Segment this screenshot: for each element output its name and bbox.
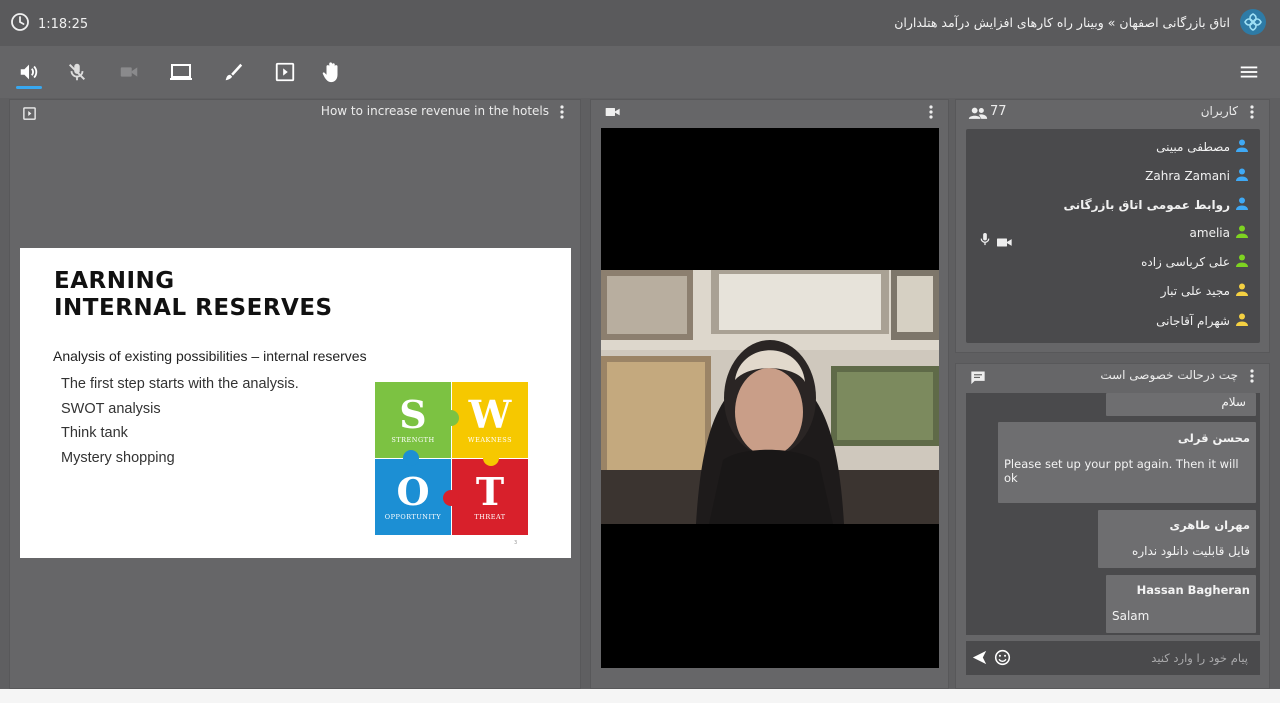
video-stream[interactable] (601, 128, 939, 668)
user-item[interactable]: شهرام آقاجانی (1156, 313, 1248, 329)
presentation-header: How to increase revenue in the hotels (10, 100, 580, 124)
users-panel: 77 کاربران مصطفی مبینی Zahra Zamani رواب… (955, 99, 1270, 353)
timer-value: 1:18:25 (38, 16, 89, 32)
presentation-slide: EARNING INTERNAL RESERVES Analysis of ex… (20, 248, 571, 558)
brush-icon[interactable] (221, 60, 245, 84)
user-icon (1236, 283, 1248, 299)
user-item[interactable]: مجید علی تبار (1161, 283, 1248, 299)
swot-threat: T THREAT (452, 459, 528, 535)
slide-heading-line2: INTERNAL RESERVES (54, 295, 333, 321)
slide-bullet: Think tank (61, 425, 128, 441)
clock-icon (10, 12, 30, 36)
presentation-options-icon[interactable] (554, 104, 570, 120)
camera-disabled-icon[interactable] (117, 60, 141, 84)
user-icon (1236, 313, 1248, 329)
screen-share-icon[interactable] (169, 60, 193, 84)
chat-panel: چت درحالت خصوصی است سلام محسن قرلی Pleas… (955, 363, 1270, 689)
slide-heading: EARNING INTERNAL RESERVES (54, 268, 333, 322)
user-icon (1236, 168, 1248, 184)
slide-bullet-list: The first step starts with the analysis.… (61, 372, 299, 470)
chat-message: Hassan Bagheran Salam (1106, 575, 1256, 633)
chat-options-icon[interactable] (1244, 368, 1260, 384)
presentation-icon[interactable] (273, 60, 297, 84)
webcam-feed (601, 270, 939, 524)
presentation-panel: How to increase revenue in the hotels EA… (9, 99, 581, 689)
user-item[interactable]: روابط عمومی اتاق بازرگانی (1063, 197, 1248, 213)
swot-opportunity: O OPPORTUNITY (375, 459, 451, 535)
users-header: 77 کاربران (956, 100, 1269, 124)
users-options-icon[interactable] (1244, 104, 1260, 120)
slide-bullet: The first step starts with the analysis. (61, 376, 299, 392)
user-icon (1236, 197, 1248, 213)
top-bar: 1:18:25 اتاق بازرگانی اصفهان » وبینار را… (0, 0, 1280, 46)
chat-input-placeholder: پیام خود را وارد کنید (1151, 651, 1248, 665)
user-item[interactable]: علی کرباسی زاده (1141, 254, 1248, 270)
menu-icon[interactable] (1237, 60, 1261, 84)
chat-input[interactable]: پیام خود را وارد کنید (966, 641, 1260, 675)
video-panel (590, 99, 949, 689)
speaker-active-indicator (16, 86, 42, 89)
emoji-icon[interactable] (994, 649, 1011, 670)
users-list: مصطفی مبینی Zahra Zamani روابط عمومی اتا… (966, 129, 1260, 343)
camera-icon (605, 106, 621, 121)
users-count: 77 (990, 104, 1007, 119)
video-options-icon[interactable] (923, 104, 939, 120)
user-item[interactable]: مصطفی مبینی (1156, 139, 1248, 155)
bottom-edge (0, 689, 1280, 703)
chat-header: چت درحالت خصوصی است (956, 364, 1269, 388)
chat-message: محسن قرلی Please set up your ppt again. … (998, 422, 1256, 503)
user-icon (1236, 225, 1248, 241)
chat-messages: سلام محسن قرلی Please set up your ppt ag… (966, 393, 1260, 635)
slide-bullet: SWOT analysis (61, 400, 161, 417)
swot-image: S STRENGTH W WEAKNESS O OPPORTUNITY T TH… (375, 382, 528, 536)
room-title: اتاق بازرگانی اصفهان » وبینار راه کارهای… (894, 9, 1266, 35)
users-title: کاربران (1200, 104, 1238, 118)
user-item[interactable]: Zahra Zamani (1145, 168, 1248, 184)
mic-muted-icon[interactable] (65, 60, 89, 84)
slide-heading-line1: EARNING (54, 268, 175, 294)
slide-page-number: 3 (514, 540, 518, 546)
chat-message: سلام (1106, 393, 1256, 416)
breadcrumb: اتاق بازرگانی اصفهان » وبینار راه کارهای… (894, 14, 1230, 30)
raise-hand-icon[interactable] (320, 60, 344, 84)
chat-icon (970, 370, 986, 388)
user-item[interactable]: amelia (1190, 225, 1248, 241)
session-timer: 1:18:25 (10, 12, 88, 36)
speaker-icon[interactable] (17, 60, 41, 84)
send-icon[interactable] (971, 650, 988, 669)
slide-subheading: Analysis of existing possibilities – int… (53, 348, 367, 364)
app-logo-icon (1240, 9, 1266, 35)
user-icon (1236, 254, 1248, 270)
swot-knob (483, 450, 499, 466)
video-header (591, 100, 948, 124)
user-icon (1236, 139, 1248, 155)
presentation-title: How to increase revenue in the hotels (320, 104, 549, 118)
swot-strength: S STRENGTH (375, 382, 451, 458)
toolbar (0, 46, 1280, 98)
swot-knob (403, 450, 419, 466)
user-camera-icon (997, 233, 1013, 252)
user-mic-icon (980, 231, 990, 250)
presentation-icon (22, 106, 37, 124)
chat-message: مهران طاهری فایل قابلیت دانلود نداره (1098, 510, 1256, 568)
swot-knob (443, 490, 459, 506)
users-icon (968, 106, 988, 123)
swot-knob (443, 410, 459, 426)
swot-weakness: W WEAKNESS (452, 382, 528, 458)
slide-bullet: Mystery shopping (61, 449, 175, 466)
chat-title: چت درحالت خصوصی است (1100, 368, 1238, 382)
